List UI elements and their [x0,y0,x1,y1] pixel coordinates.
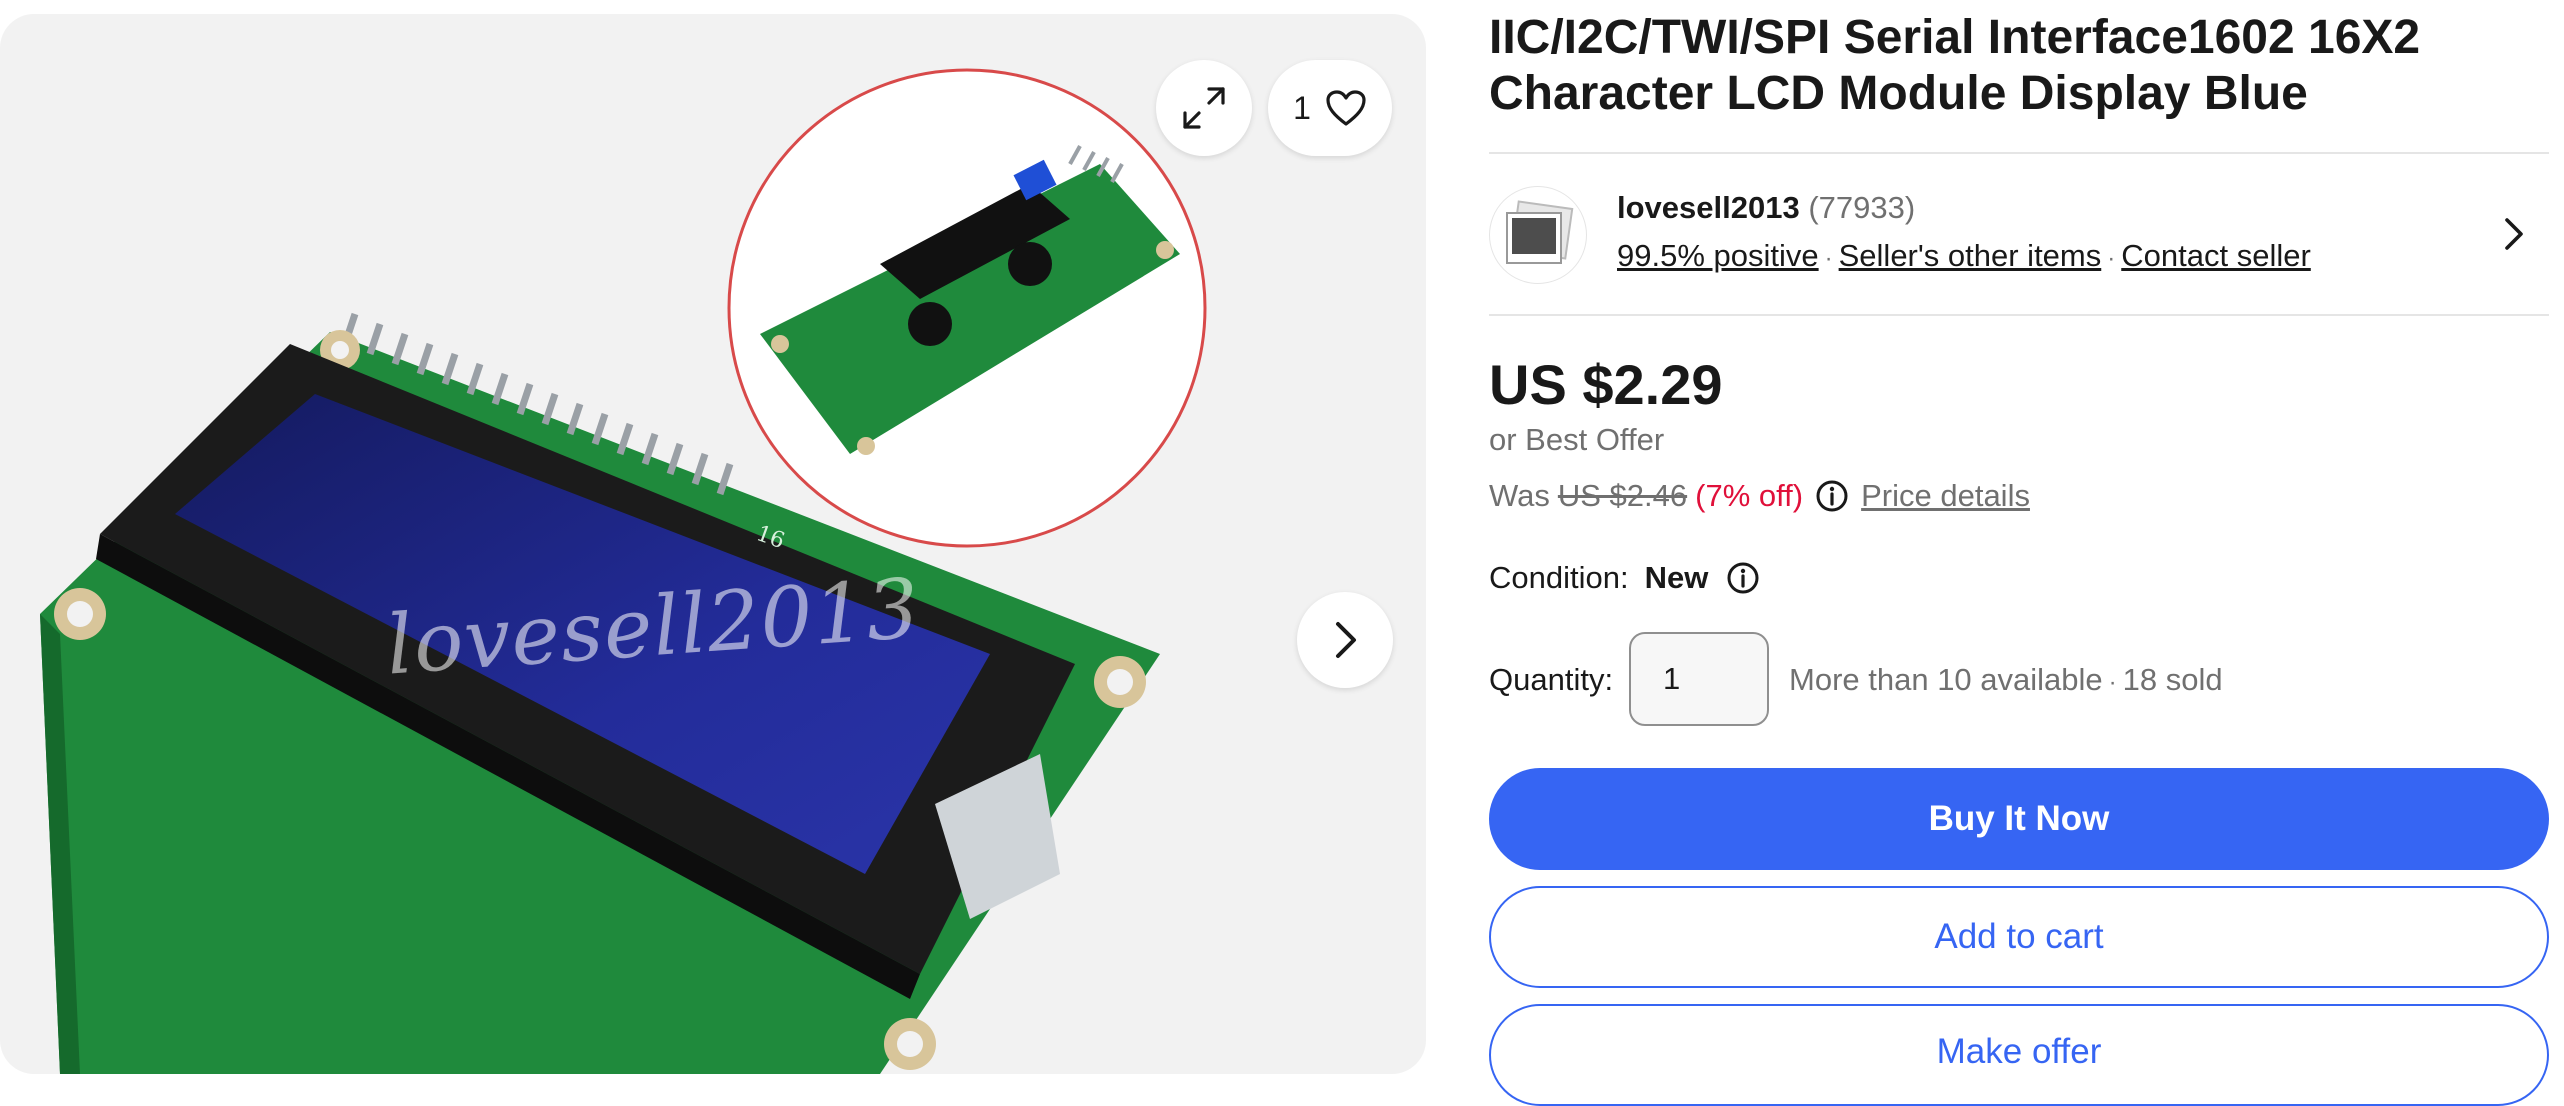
divider [1489,152,2549,154]
contact-seller-link[interactable]: Contact seller [2121,238,2311,273]
seller-details-button[interactable] [2503,216,2525,257]
best-offer-label: or Best Offer [1489,422,1665,457]
listing-title: IIC/I2C/TWI/SPI Serial Interface1602 16X… [1489,11,2421,120]
available-count: More than 10 available [1789,662,2103,697]
condition-row: Condition: New [1489,560,1760,596]
chevron-right-icon [1336,622,1356,658]
expand-icon [1183,87,1225,129]
condition-value: New [1644,560,1709,595]
divider [1489,314,2549,316]
seller-positive-link[interactable]: 99.5% positive [1617,238,1819,273]
current-price: US $2.29 [1489,353,1723,416]
price-details-link[interactable]: Price details [1861,478,2030,514]
quantity-label: Quantity: [1489,662,1614,697]
was-price-row: Was US $2.46 (7% off) Price details [1489,478,2030,514]
photo-placeholder-icon [1506,200,1574,264]
seller-avatar[interactable] [1489,186,1587,284]
watch-button[interactable]: 1 [1268,60,1392,156]
quantity-input[interactable] [1629,632,1769,726]
product-image-gallery[interactable]: 16 lovesell2013 1 [0,14,1426,1074]
product-photo: 16 [40,68,1207,1074]
seller-links: 99.5% positive · Seller's other items · Cont… [1617,238,2311,273]
was-price: US $2.46 [1557,478,1688,513]
next-image-button[interactable] [1297,592,1393,688]
discount-percent: (7% off) [1695,478,1804,513]
watch-count: 1 [1293,89,1311,126]
sold-count: 18 sold [2122,662,2223,697]
info-icon[interactable] [1726,561,1760,595]
was-label: Was [1489,478,1550,513]
heart-icon [1326,90,1366,126]
info-icon[interactable] [1815,479,1849,513]
buy-it-now-button[interactable]: Buy It Now [1489,768,2549,870]
seller-name[interactable]: lovesell2013 [1617,190,1800,225]
make-offer-button[interactable]: Make offer [1489,1004,2549,1106]
quantity-availability: More than 10 available · 18 sold [1789,662,2223,697]
chevron-right-icon [2505,218,2523,250]
seller-feedback-count: (77933) [1808,190,1916,225]
add-to-cart-button[interactable]: Add to cart [1489,886,2549,988]
seller-info: lovesell2013 (77933) [1617,190,1915,226]
condition-label: Condition: [1489,560,1629,595]
expand-image-button[interactable] [1156,60,1252,156]
seller-other-items-link[interactable]: Seller's other items [1839,238,2102,273]
